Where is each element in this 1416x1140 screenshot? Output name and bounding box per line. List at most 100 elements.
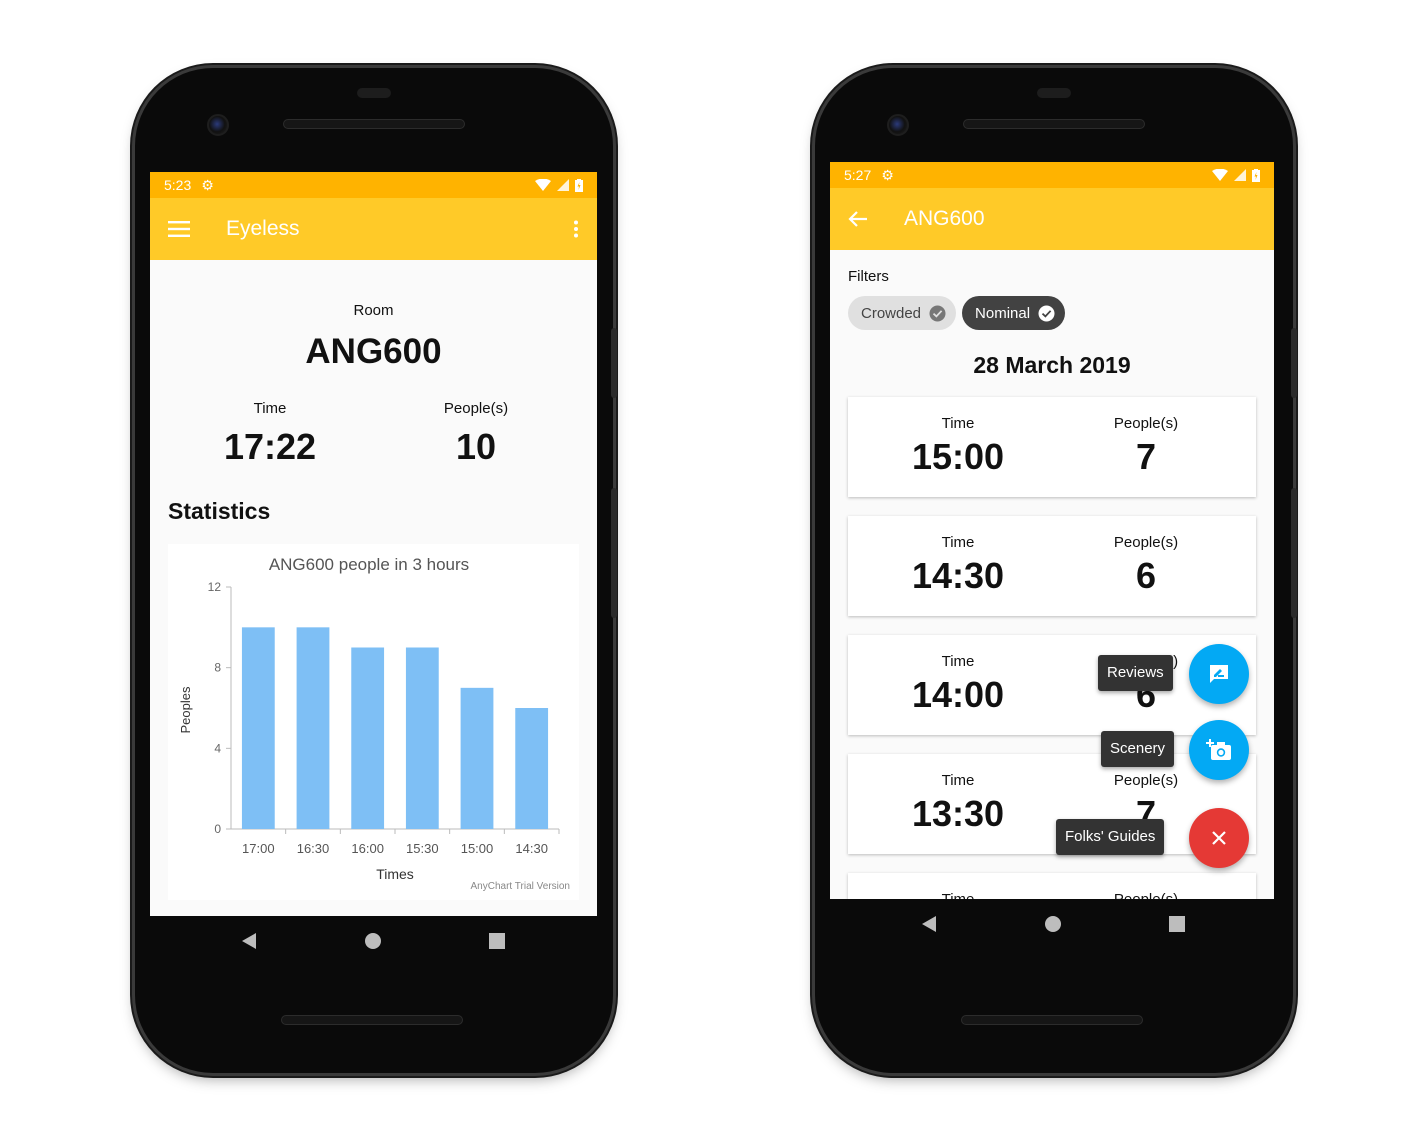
date-header: 28 March 2019 — [973, 352, 1131, 378]
room-label: Room — [353, 302, 394, 319]
reviews-fab[interactable] — [1189, 644, 1249, 704]
menu-icon[interactable] — [168, 221, 190, 237]
add-photo-icon — [1206, 739, 1231, 760]
phone-left: 5:23 ⚙ Eyeless Room ANG600 Time 17:22 Pe… — [135, 68, 617, 1073]
app-bar: ANG600 — [830, 188, 1274, 250]
y-axis-label: Peoples — [178, 686, 193, 733]
chip-nominal[interactable]: Nominal — [962, 296, 1066, 330]
record-time: 14:30 — [911, 555, 1005, 596]
signal-icon — [1234, 169, 1246, 181]
bar-1430 — [515, 708, 549, 829]
y-tick-label: 12 — [208, 580, 222, 594]
x-tick-label: 15:00 — [461, 841, 494, 856]
recents-nav-icon[interactable] — [488, 932, 506, 950]
chip-nominal-label: Nominal — [975, 304, 1031, 322]
status-time: 5:23 — [164, 177, 192, 193]
phone-left-speaker-bottom — [281, 1015, 463, 1025]
phone-left-volume-button — [611, 488, 617, 618]
bar-1600 — [351, 647, 385, 829]
record-time-label: Time — [941, 772, 975, 789]
phone-left-nav-bar — [240, 932, 506, 950]
record-time: 13:30 — [911, 793, 1005, 834]
settings-status-icon: ⚙ — [201, 176, 214, 193]
close-fab[interactable] — [1189, 808, 1249, 868]
close-icon — [1212, 831, 1226, 845]
phone-left-side-button — [611, 328, 617, 398]
chart-watermark: AnyChart Trial Version — [471, 881, 571, 892]
check-circle-icon — [929, 305, 946, 321]
phone-right-speaker-bottom — [961, 1015, 1143, 1025]
check-circle-icon — [1038, 305, 1055, 321]
status-time: 5:27 — [844, 167, 872, 183]
time-value: 17:22 — [223, 426, 317, 467]
time-label: Time — [253, 400, 287, 417]
filters-label: Filters — [848, 268, 889, 285]
y-tick-label: 4 — [214, 741, 221, 755]
status-bar: 5:23 ⚙ — [150, 172, 597, 198]
chip-crowded-label: Crowded — [861, 304, 922, 322]
phone-right-side-button — [1291, 328, 1297, 398]
recents-nav-icon[interactable] — [1168, 915, 1186, 933]
phone-right-screen: 5:27 ⚙ ANG600 Filters Crowded Nominal 28… — [830, 162, 1274, 899]
bar-1500 — [460, 687, 494, 829]
status-bar: 5:27 ⚙ — [830, 162, 1274, 188]
app-bar: Eyeless — [150, 198, 597, 260]
record-people-label: People(s) — [1113, 534, 1179, 551]
wifi-icon — [535, 179, 551, 191]
record-people: 6 — [1135, 555, 1157, 596]
signal-icon — [557, 179, 569, 191]
battery-icon — [575, 178, 583, 192]
x-tick-label: 16:30 — [297, 841, 330, 856]
people-value: 10 — [455, 426, 497, 467]
guides-tooltip[interactable]: Folks' Guides — [1056, 819, 1165, 855]
record-people-label: People(s) — [1066, 891, 1226, 899]
phone-left-screen: 5:23 ⚙ Eyeless Room ANG600 Time 17:22 Pe… — [150, 172, 597, 916]
back-nav-icon[interactable] — [240, 932, 258, 950]
record-card[interactable]: Time 14:30 People(s) 6 — [848, 516, 1256, 616]
chip-crowded[interactable]: Crowded — [848, 296, 957, 330]
phone-right-volume-button — [1291, 488, 1297, 618]
record-people-label: People(s) — [1113, 415, 1179, 432]
home-nav-icon[interactable] — [1044, 915, 1062, 933]
record-time: 14:00 — [911, 674, 1005, 715]
x-tick-label: 14:30 — [515, 841, 548, 856]
statistics-title: Statistics — [168, 498, 271, 524]
record-time-label: Time — [941, 534, 975, 551]
record-time-label: Time — [941, 653, 975, 670]
scenery-fab[interactable] — [1189, 720, 1249, 780]
record-time: 15:00 — [911, 436, 1005, 477]
record-card[interactable]: Time 15:00 People(s) 7 — [848, 397, 1256, 497]
x-tick-label: 15:30 — [406, 841, 439, 856]
phone-right-nav-bar — [920, 915, 1186, 933]
filter-chips: Crowded Nominal — [848, 296, 1066, 330]
phone-right: 5:27 ⚙ ANG600 Filters Crowded Nominal 28… — [815, 68, 1297, 1073]
x-tick-label: 16:00 — [351, 841, 384, 856]
record-card[interactable]: Time People(s) — [848, 873, 1256, 899]
y-tick-label: 8 — [214, 661, 221, 675]
record-time-label: Time — [941, 415, 975, 432]
back-arrow-icon[interactable] — [848, 210, 868, 228]
phone-left-earpiece — [357, 88, 391, 98]
home-nav-icon[interactable] — [364, 932, 382, 950]
chart-card: ANG600 people in 3 hours Peoples Times A… — [168, 544, 579, 900]
battery-icon — [1252, 168, 1260, 182]
wifi-icon — [1212, 169, 1228, 181]
phone-right-earpiece — [1037, 88, 1071, 98]
app-title: Eyeless — [226, 217, 300, 240]
y-tick-label: 0 — [214, 822, 221, 836]
app-title: ANG600 — [904, 207, 985, 230]
x-axis-label: Times — [376, 866, 414, 882]
x-tick-label: 17:00 — [242, 841, 275, 856]
rate-review-icon — [1210, 665, 1228, 683]
people-label: People(s) — [443, 400, 509, 417]
reviews-tooltip[interactable]: Reviews — [1098, 655, 1173, 691]
room-name: ANG600 — [305, 332, 442, 371]
bar-1700 — [241, 627, 275, 829]
phone-right-camera — [887, 114, 909, 136]
settings-status-icon: ⚙ — [881, 166, 894, 183]
back-nav-icon[interactable] — [920, 915, 938, 933]
bar-1530 — [405, 647, 439, 829]
more-vert-icon[interactable] — [573, 220, 579, 238]
phone-left-camera — [207, 114, 229, 136]
scenery-tooltip[interactable]: Scenery — [1101, 731, 1175, 767]
